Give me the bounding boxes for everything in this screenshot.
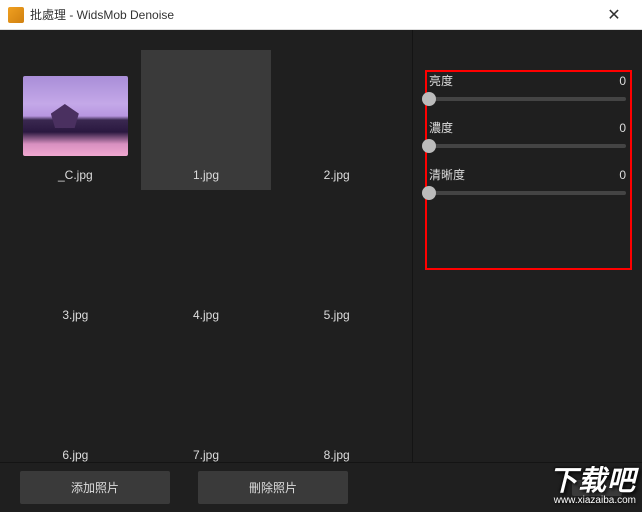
slider-value: 0	[619, 168, 626, 182]
slider-thumb[interactable]	[422, 186, 436, 200]
thumbnail-item[interactable]: 4.jpg	[141, 190, 272, 330]
thumbnail-image	[284, 76, 389, 156]
thumbnail-item[interactable]: _C.jpg	[10, 50, 141, 190]
thumbnail-item[interactable]: 7.jpg	[141, 330, 272, 470]
slider-track[interactable]	[429, 191, 626, 195]
thumbnail-label: 2.jpg	[324, 168, 350, 182]
thumbnail-label: 7.jpg	[193, 448, 219, 462]
slider-brightness: 亮度 0	[423, 72, 632, 101]
slider-value: 0	[619, 74, 626, 88]
thumbnail-item[interactable]: 8.jpg	[271, 330, 402, 470]
thumbnail-label: 8.jpg	[324, 448, 350, 462]
thumbnail-label: 3.jpg	[62, 308, 88, 322]
add-photo-button[interactable]: 添加照片	[20, 471, 170, 504]
thumbnail-image	[284, 216, 389, 296]
adjustments-panel: 亮度 0 濃度 0 清晰度 0	[412, 30, 642, 512]
thumbnail-label: 1.jpg	[193, 168, 219, 182]
thumbnail-image	[23, 216, 128, 296]
slider-chroma: 濃度 0	[423, 119, 632, 148]
thumbnail-item[interactable]: 3.jpg	[10, 190, 141, 330]
thumbnail-label: 4.jpg	[193, 308, 219, 322]
thumbnail-item[interactable]: 6.jpg	[10, 330, 141, 470]
thumbnail-grid: _C.jpg 1.jpg 2.jpg 3.jpg 4.jpg	[10, 50, 402, 470]
thumbnail-label: 5.jpg	[324, 308, 350, 322]
slider-label: 亮度	[429, 72, 453, 89]
thumbnail-item[interactable]: 5.jpg	[271, 190, 402, 330]
slider-thumb[interactable]	[422, 139, 436, 153]
slider-sharpness: 清晰度 0	[423, 166, 632, 195]
thumbnail-image	[153, 216, 258, 296]
content-area: _C.jpg 1.jpg 2.jpg 3.jpg 4.jpg	[0, 30, 642, 512]
thumbnail-image	[23, 76, 128, 156]
titlebar: 批處理 - WidsMob Denoise ✕	[0, 0, 642, 30]
slider-label: 濃度	[429, 119, 453, 136]
bottom-toolbar: 添加照片 刪除照片	[0, 462, 642, 512]
thumbnail-item[interactable]: 1.jpg	[141, 50, 272, 190]
slider-value: 0	[619, 121, 626, 135]
close-button[interactable]: ✕	[594, 1, 634, 29]
slider-label: 清晰度	[429, 166, 465, 183]
window: 批處理 - WidsMob Denoise ✕ _C.jpg 1.jpg 2.j…	[0, 0, 642, 512]
window-title: 批處理 - WidsMob Denoise	[30, 6, 594, 23]
thumbnail-panel: _C.jpg 1.jpg 2.jpg 3.jpg 4.jpg	[0, 30, 412, 512]
thumbnail-label: 6.jpg	[62, 448, 88, 462]
thumbnail-label: _C.jpg	[58, 168, 93, 182]
thumbnail-image	[23, 356, 128, 436]
slider-track[interactable]	[429, 97, 626, 101]
action-button[interactable]	[572, 480, 622, 496]
remove-photo-button[interactable]: 刪除照片	[198, 471, 348, 504]
slider-track[interactable]	[429, 144, 626, 148]
thumbnail-image	[153, 76, 258, 156]
thumbnail-image	[284, 356, 389, 436]
slider-thumb[interactable]	[422, 92, 436, 106]
app-icon	[8, 7, 24, 23]
thumbnail-item[interactable]: 2.jpg	[271, 50, 402, 190]
thumbnail-image	[153, 356, 258, 436]
